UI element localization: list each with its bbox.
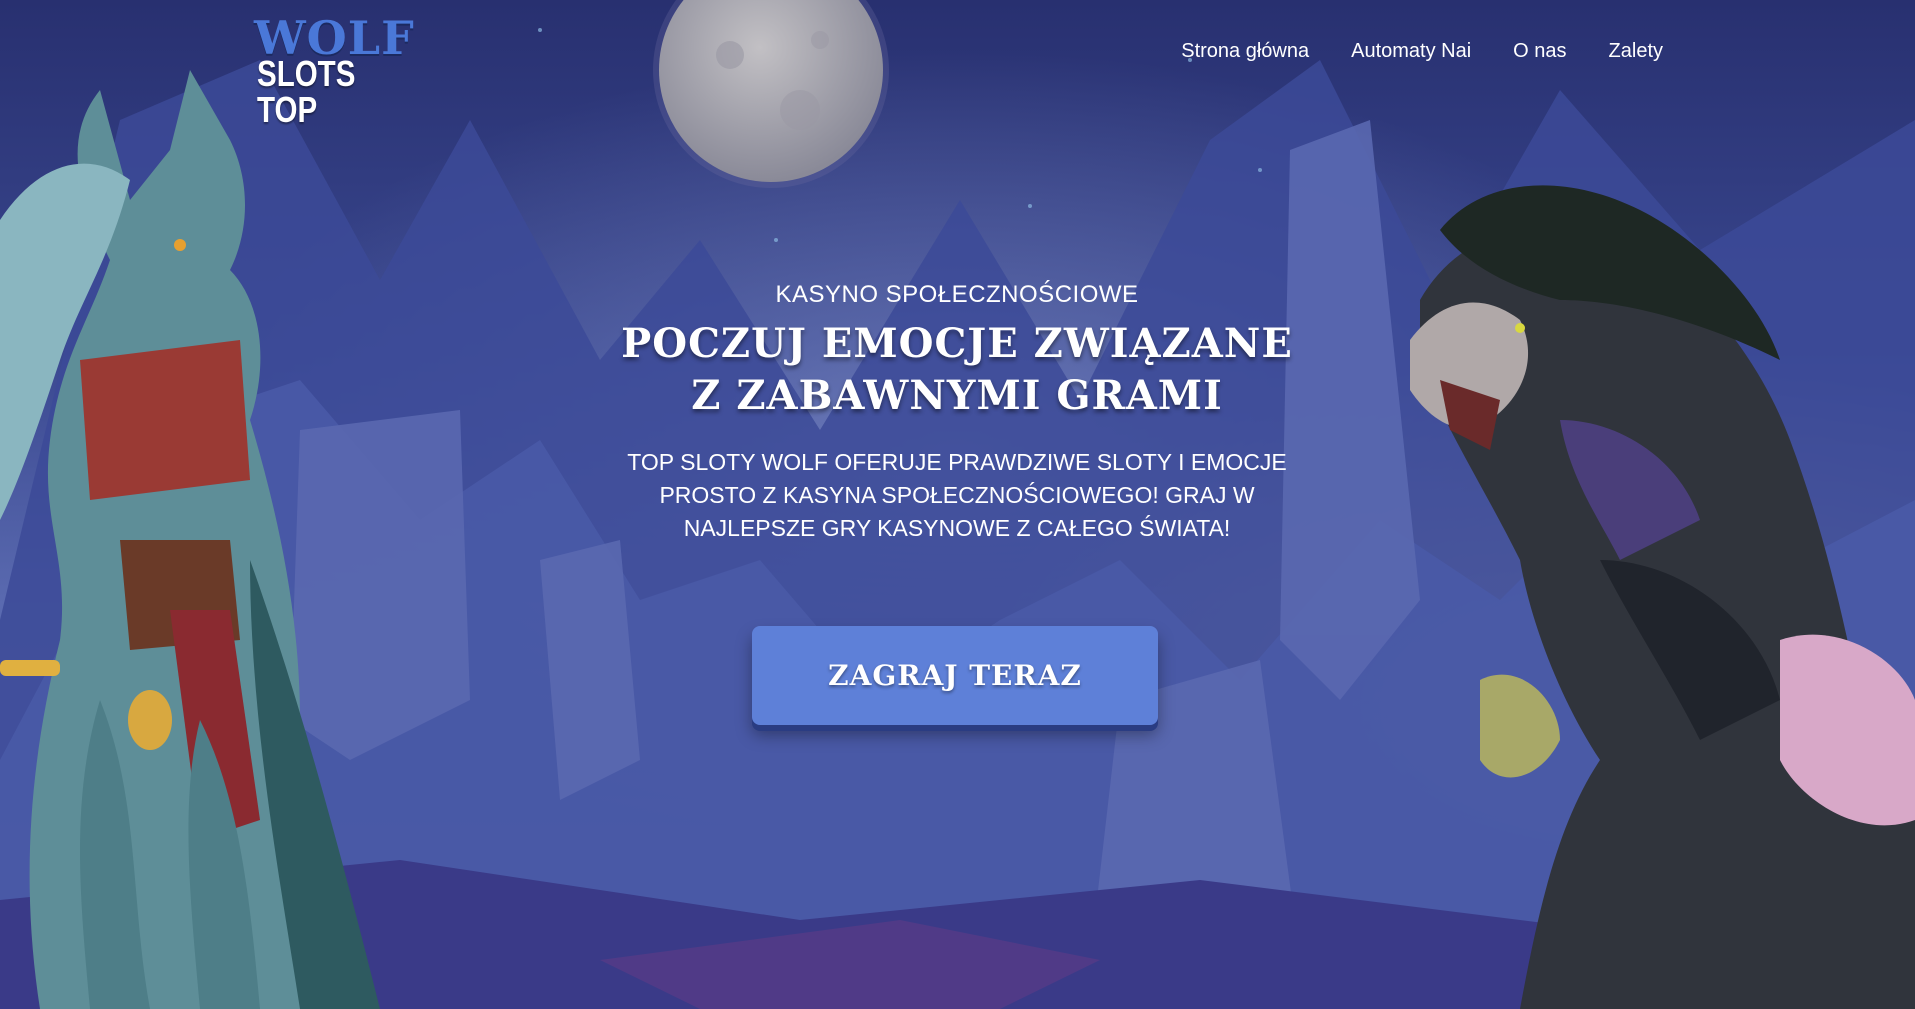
play-now-button[interactable]: ZAGRAJ TERAZ [752, 626, 1158, 725]
hero-description: TOP SLOTY WOLF OFERUJE PRAWDZIWE SLOTY I… [627, 449, 1287, 541]
nav-link-home[interactable]: Strona główna [1181, 40, 1309, 63]
site-header: WOLF SLOTS TOP Strona główna Automaty Na… [0, 0, 1915, 128]
nav-link-slots[interactable]: Automaty Nai [1351, 40, 1471, 63]
hero-title: POCZUJ EMOCJE ZWIĄZANE Z ZABAWNYMI GRAMI [621, 320, 1293, 419]
hero-content: KASYNO SPOŁECZNOŚCIOWE POCZUJ EMOCJE ZWI… [557, 280, 1357, 545]
hero-section: WOLF SLOTS TOP Strona główna Automaty Na… [0, 0, 1915, 1009]
hero-eyebrow: KASYNO SPOŁECZNOŚCIOWE [775, 281, 1139, 308]
logo-wordmark-bottom: SLOTS TOP [257, 53, 356, 130]
nav-link-about[interactable]: O nas [1513, 40, 1566, 63]
nav-link-advantages[interactable]: Zalety [1609, 40, 1663, 63]
main-navigation: Strona główna Automaty Nai O nas Zalety [1181, 40, 1663, 63]
site-logo[interactable]: WOLF SLOTS TOP [254, 15, 414, 128]
